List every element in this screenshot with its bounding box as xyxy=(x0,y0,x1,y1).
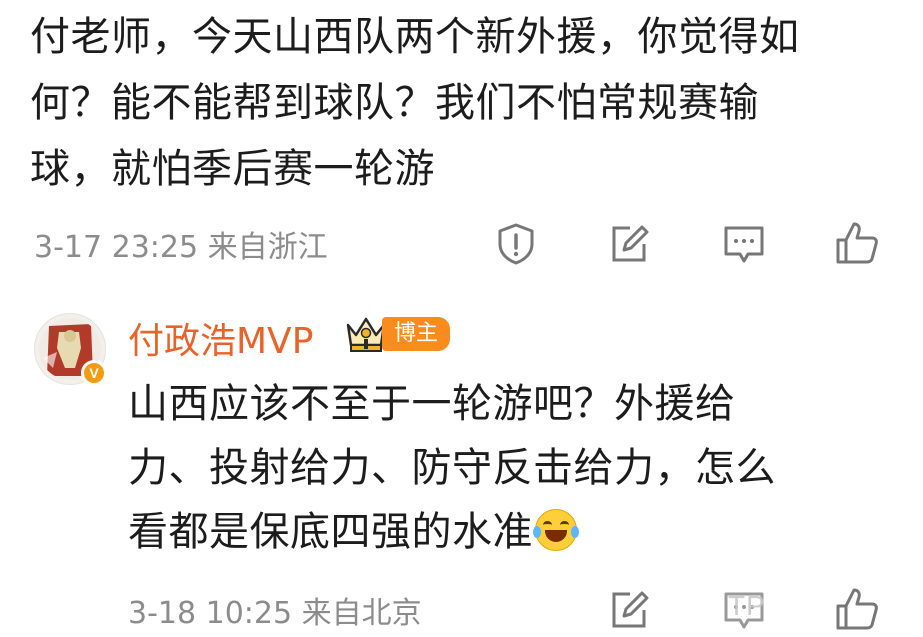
question-meta: 3-17 23:25 来自浙江 xyxy=(34,230,328,265)
reply-line-last: 看都是保底四强的水准 xyxy=(128,500,858,564)
warning-icon[interactable] xyxy=(494,222,538,266)
reply-text: 山西应该不至于一轮游吧？外援给 力、投射给力、防守反击给力，怎么 看都是保底四强… xyxy=(128,372,858,564)
reply-line: 看都是保底四强的水准 xyxy=(128,509,533,555)
edit-icon[interactable] xyxy=(608,224,650,266)
verified-badge: V xyxy=(81,360,107,386)
question-text: 付老师，今天山西队两个新外援，你觉得如 何？能不能帮到球队？我们不怕常规赛输 球… xyxy=(30,4,910,202)
comment-icon[interactable] xyxy=(722,224,766,266)
thumbs-up-icon[interactable] xyxy=(834,586,880,632)
thumbs-up-icon[interactable] xyxy=(834,220,880,266)
question-line: 何？能不能帮到球队？我们不怕常规赛输 xyxy=(30,80,759,126)
reply-line: 力、投射给力、防守反击给力，怎么 xyxy=(128,445,776,491)
reply-meta: 3-18 10:25 来自北京 xyxy=(128,596,422,631)
watermark: TP xyxy=(728,590,766,621)
laughing-tears-emoji xyxy=(533,509,579,551)
author-badge: 博主 xyxy=(382,317,450,351)
reply-line: 山西应该不至于一轮游吧？外援给 xyxy=(128,381,736,427)
edit-icon[interactable] xyxy=(608,590,650,632)
avatar[interactable]: V xyxy=(34,313,107,386)
question-line: 球，就怕季后赛一轮游 xyxy=(30,146,435,192)
username[interactable]: 付政浩MVP xyxy=(128,312,313,364)
question-line: 付老师，今天山西队两个新外援，你觉得如 xyxy=(30,14,800,60)
